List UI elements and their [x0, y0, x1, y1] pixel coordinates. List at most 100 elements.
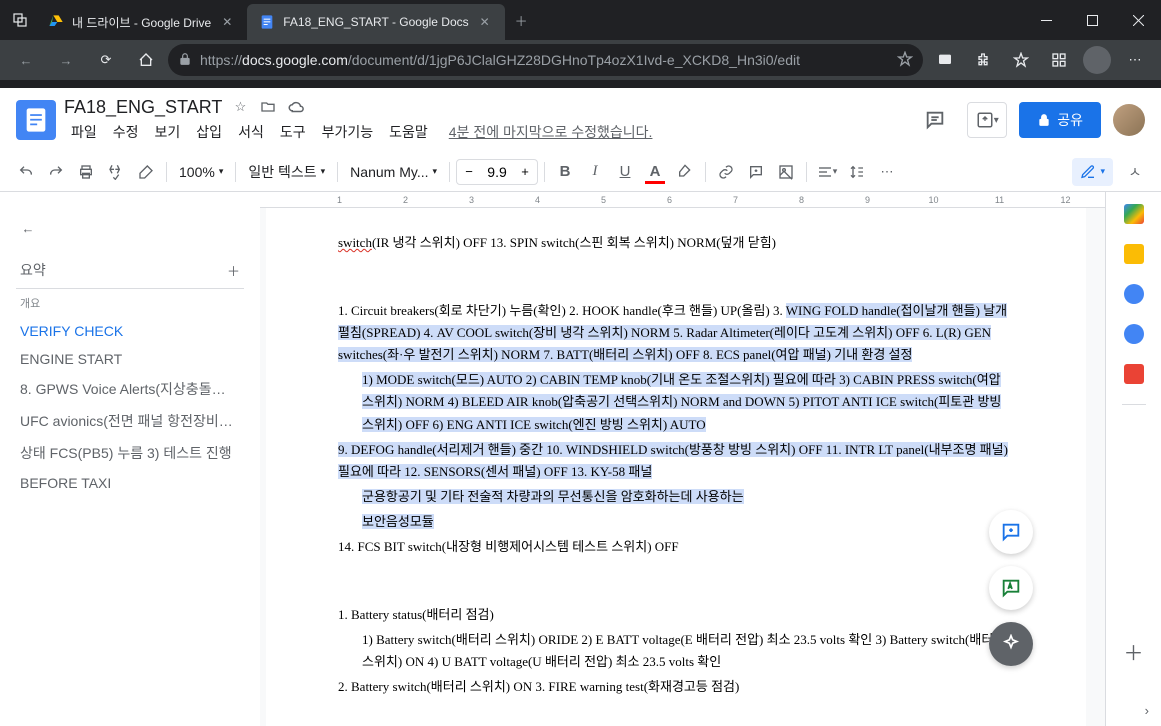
editing-mode-button[interactable]: ▾ — [1072, 158, 1113, 186]
nav-refresh-button[interactable]: ⟳ — [88, 44, 124, 76]
text-highlighted: 보안음성모듈 — [362, 514, 434, 529]
new-tab-button[interactable]: ＋ — [505, 0, 538, 40]
text: 2. Battery switch(배터리 스위치) ON 3. FIRE wa… — [338, 676, 1014, 698]
outline-item[interactable]: 상태 FCS(PB5) 누름 3) 테스트 진행 — [0, 437, 260, 469]
outline-sidebar: ← 요약 ＋ 개요 VERIFY CHECK ENGINE START 8. G… — [0, 192, 260, 726]
collections-icon[interactable] — [1041, 44, 1077, 76]
outline-item[interactable]: ENGINE START — [0, 345, 260, 373]
docs-app-header: FA18_ENG_START ☆ 파일 수정 보기 삽입 서식 도구 부가기능 … — [0, 88, 1161, 152]
close-window-button[interactable] — [1115, 0, 1161, 40]
font-size-value[interactable]: 9.9 — [481, 164, 513, 180]
url-text: https://docs.google.com/document/d/1jgP6… — [200, 52, 889, 68]
outline-item[interactable]: UFC avionics(전면 패널 항전장비… — [0, 405, 260, 437]
font-dropdown[interactable]: Nanum My... ▾ — [344, 164, 443, 180]
close-icon[interactable]: ✕ — [219, 14, 235, 30]
insert-comment-button[interactable] — [742, 158, 770, 186]
bold-button[interactable]: B — [551, 158, 579, 186]
add-comment-fab[interactable] — [989, 510, 1033, 554]
docs-logo[interactable] — [16, 100, 56, 140]
italic-button[interactable]: I — [581, 158, 609, 186]
insert-link-button[interactable] — [712, 158, 740, 186]
side-panel: ＋ › — [1105, 192, 1161, 726]
outline-item[interactable]: 8. GPWS Voice Alerts(지상충돌… — [0, 373, 260, 405]
align-button[interactable]: ▾ — [813, 158, 841, 186]
menu-button[interactable]: ⋯ — [1117, 44, 1153, 76]
bookmark-star-icon[interactable] — [897, 51, 913, 70]
menu-addons[interactable]: 부가기능 — [315, 120, 381, 144]
minimize-button[interactable] — [1023, 0, 1069, 40]
browser-tab-drive[interactable]: 내 드라이브 - Google Drive ✕ — [36, 4, 247, 40]
share-button[interactable]: 공유 — [1019, 102, 1101, 138]
extensions-icon[interactable] — [965, 44, 1001, 76]
outline-item[interactable]: BEFORE TAXI — [0, 469, 260, 497]
sidebar-collapse-button[interactable]: ← — [8, 208, 48, 248]
highlight-button[interactable] — [671, 158, 699, 186]
undo-button[interactable] — [12, 158, 40, 186]
font-size-increase[interactable]: + — [513, 160, 537, 184]
menu-tools[interactable]: 도구 — [273, 120, 313, 144]
contacts-icon[interactable] — [1124, 324, 1144, 344]
tab-title: FA18_ENG_START - Google Docs — [283, 15, 468, 29]
suggest-edit-fab[interactable] — [989, 566, 1033, 610]
text-highlighted: 군용항공기 및 기타 전술적 차량과의 무선통신을 암호화하는데 사용하는 — [362, 489, 744, 504]
menu-file[interactable]: 파일 — [64, 120, 104, 144]
maximize-button[interactable] — [1069, 0, 1115, 40]
font-size-decrease[interactable]: − — [457, 160, 481, 184]
nav-home-button[interactable] — [128, 44, 164, 76]
font-size-control: − 9.9 + — [456, 159, 538, 185]
star-icon[interactable]: ☆ — [230, 97, 250, 117]
menu-view[interactable]: 보기 — [148, 120, 188, 144]
tab-actions-icon[interactable] — [12, 12, 28, 28]
menu-format[interactable]: 서식 — [231, 120, 271, 144]
hide-sidepanel-button[interactable]: › — [1145, 703, 1149, 718]
browser-tab-docs[interactable]: FA18_ENG_START - Google Docs ✕ — [247, 4, 504, 40]
tasks-icon[interactable] — [1124, 284, 1144, 304]
nav-back-button[interactable]: ← — [8, 44, 44, 76]
text-color-button[interactable]: A — [641, 158, 669, 186]
toolbar-icon[interactable] — [927, 44, 963, 76]
url-input[interactable]: https://docs.google.com/document/d/1jgP6… — [168, 44, 923, 76]
ruler[interactable]: 12345678910111213141516171819 — [260, 192, 1105, 208]
tab-title: 내 드라이브 - Google Drive — [72, 14, 211, 31]
present-button[interactable]: ▾ — [967, 102, 1007, 138]
add-summary-button[interactable]: ＋ — [227, 261, 240, 280]
keep-icon[interactable] — [1124, 244, 1144, 264]
nav-forward-button[interactable]: → — [48, 44, 84, 76]
close-icon[interactable]: ✕ — [477, 14, 493, 30]
text: (IR 냉각 스위치) OFF 13. SPIN switch(스핀 회복 스위… — [372, 235, 776, 250]
menu-edit[interactable]: 수정 — [106, 120, 146, 144]
menu-help[interactable]: 도움말 — [382, 120, 435, 144]
favorites-icon[interactable] — [1003, 44, 1039, 76]
get-addons-button[interactable]: ＋ — [1124, 637, 1144, 666]
cloud-status-icon[interactable] — [286, 97, 306, 117]
maps-icon[interactable] — [1124, 364, 1144, 384]
outline-heading: 개요 — [0, 289, 260, 317]
underline-button[interactable]: U — [611, 158, 639, 186]
spellcheck-button[interactable] — [102, 158, 130, 186]
outline-item[interactable]: VERIFY CHECK — [0, 317, 260, 345]
docs-favicon — [259, 14, 275, 30]
comments-button[interactable] — [915, 100, 955, 140]
document-page[interactable]: switch(IR 냉각 스위치) OFF 13. SPIN switch(스핀… — [266, 208, 1086, 726]
user-avatar[interactable] — [1113, 104, 1145, 136]
print-button[interactable] — [72, 158, 100, 186]
text-highlighted: 9. DEFOG handle(서리제거 핸들) 중간 10. WINDSHIE… — [338, 442, 1008, 479]
menu-insert[interactable]: 삽입 — [189, 120, 229, 144]
formatting-toolbar: 100% ▾ 일반 텍스트 ▾ Nanum My... ▾ − 9.9 + B … — [0, 152, 1161, 192]
paint-format-button[interactable] — [132, 158, 160, 186]
move-icon[interactable] — [258, 97, 278, 117]
document-canvas[interactable]: 12345678910111213141516171819 switch(IR … — [260, 192, 1105, 726]
more-button[interactable]: ⋯ — [873, 158, 901, 186]
text: 1. Battery status(배터리 점검) — [338, 604, 1014, 626]
style-dropdown[interactable]: 일반 텍스트 ▾ — [242, 162, 331, 182]
zoom-dropdown[interactable]: 100% ▾ — [173, 164, 229, 180]
explore-fab[interactable] — [989, 622, 1033, 666]
profile-button[interactable] — [1079, 44, 1115, 76]
redo-button[interactable] — [42, 158, 70, 186]
insert-image-button[interactable] — [772, 158, 800, 186]
calendar-icon[interactable] — [1124, 204, 1144, 224]
line-spacing-button[interactable] — [843, 158, 871, 186]
doc-title[interactable]: FA18_ENG_START — [64, 97, 222, 118]
last-edit-link[interactable]: 4분 전에 마지막으로 수정했습니다. — [449, 122, 653, 142]
collapse-toolbar-button[interactable]: ㅅ — [1121, 158, 1149, 186]
